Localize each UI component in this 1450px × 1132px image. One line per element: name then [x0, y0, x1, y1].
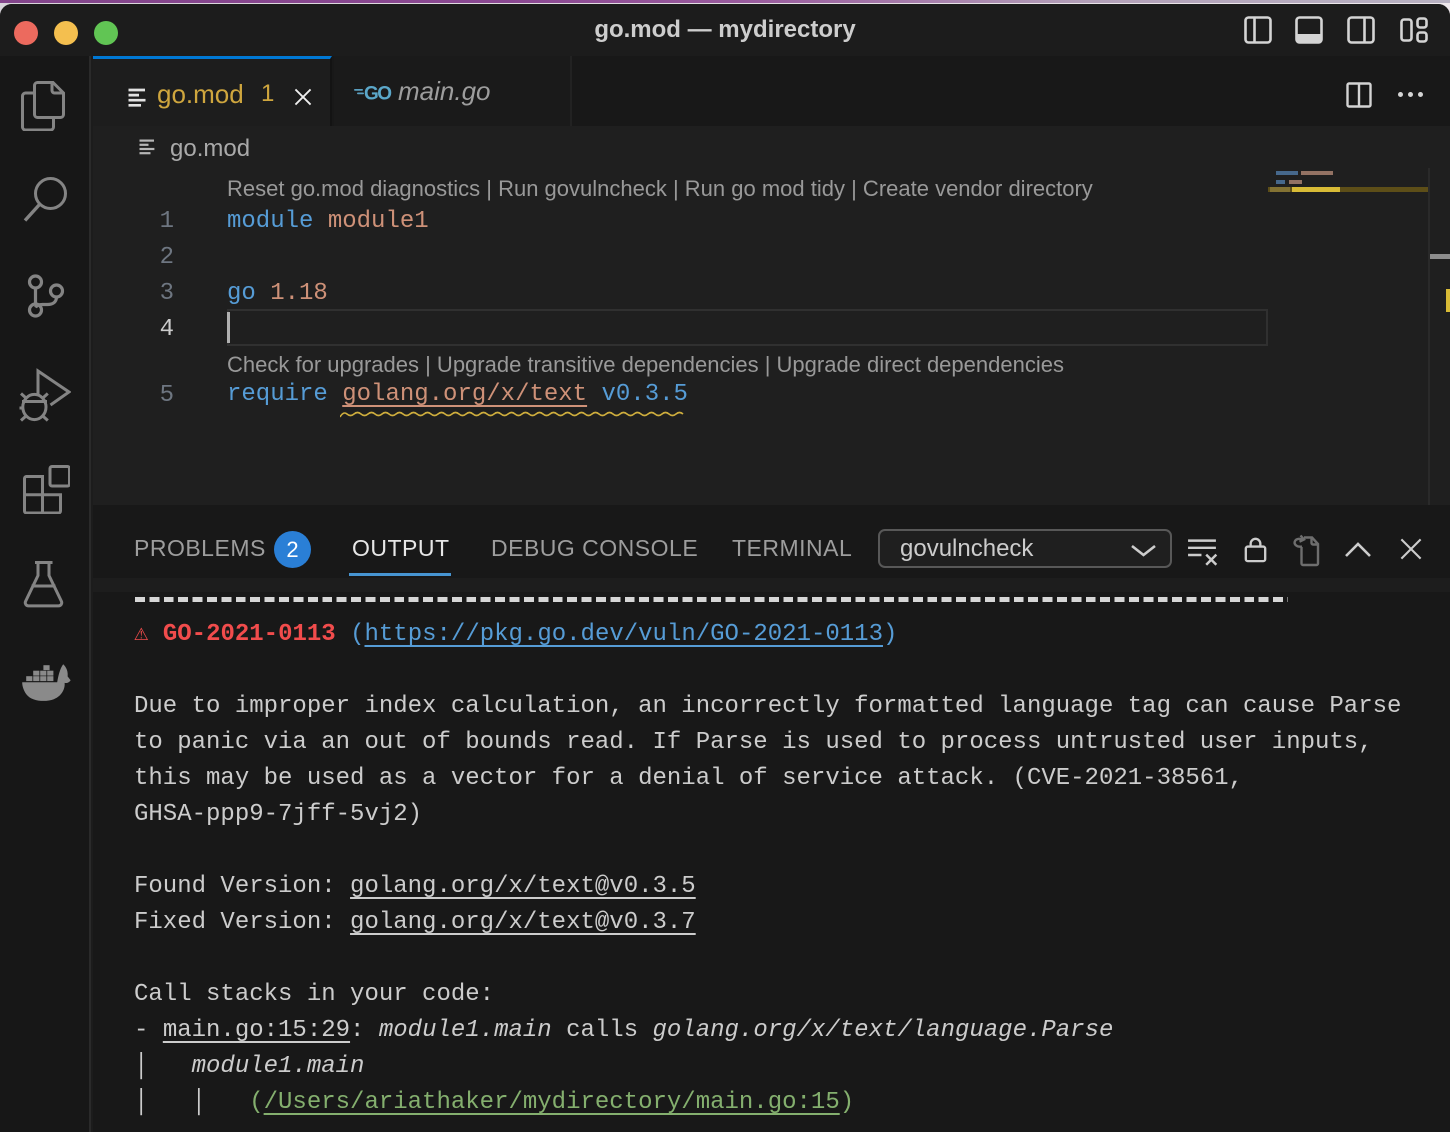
- svg-text:GO: GO: [364, 84, 391, 105]
